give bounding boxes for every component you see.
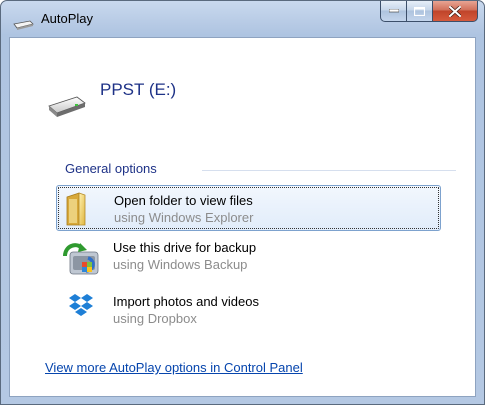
option-open-folder[interactable]: Open folder to view files using Windows …	[56, 185, 441, 231]
group-divider	[202, 170, 456, 171]
usb-drive-icon	[47, 94, 87, 122]
autoplay-window: AutoPlay PPST (E:) General options Open …	[0, 0, 485, 405]
option-backup[interactable]: Use this drive for backup using Windows …	[56, 233, 441, 279]
folder-icon	[63, 191, 99, 231]
window-title: AutoPlay	[41, 11, 94, 26]
device-title: PPST (E:)	[100, 80, 177, 99]
drive-small-icon	[12, 15, 34, 34]
option-label: Import photos and videos	[113, 294, 259, 309]
title-bar[interactable]: AutoPlay	[1, 1, 484, 37]
dialog-content: PPST (E:) General options Open folder to…	[9, 37, 476, 397]
control-panel-link[interactable]: View more AutoPlay options in Control Pa…	[45, 360, 303, 375]
option-label: Use this drive for backup	[113, 240, 257, 255]
general-options-header: General options	[65, 161, 157, 176]
option-label: Open folder to view files	[114, 193, 253, 208]
dropbox-icon	[69, 293, 93, 321]
option-sublabel: using Dropbox	[113, 311, 197, 326]
caption-buttons	[380, 1, 478, 23]
windows-backup-icon	[62, 238, 100, 280]
option-sublabel: using Windows Backup	[113, 257, 248, 272]
minimize-button[interactable]	[380, 1, 407, 22]
close-icon	[449, 5, 461, 17]
option-sublabel: using Windows Explorer	[114, 210, 254, 225]
maximize-icon	[414, 6, 425, 16]
close-button[interactable]	[433, 1, 478, 22]
minimize-icon	[388, 9, 399, 13]
maximize-button[interactable]	[407, 1, 433, 22]
option-import-photos[interactable]: Import photos and videos using Dropbox	[56, 287, 441, 333]
